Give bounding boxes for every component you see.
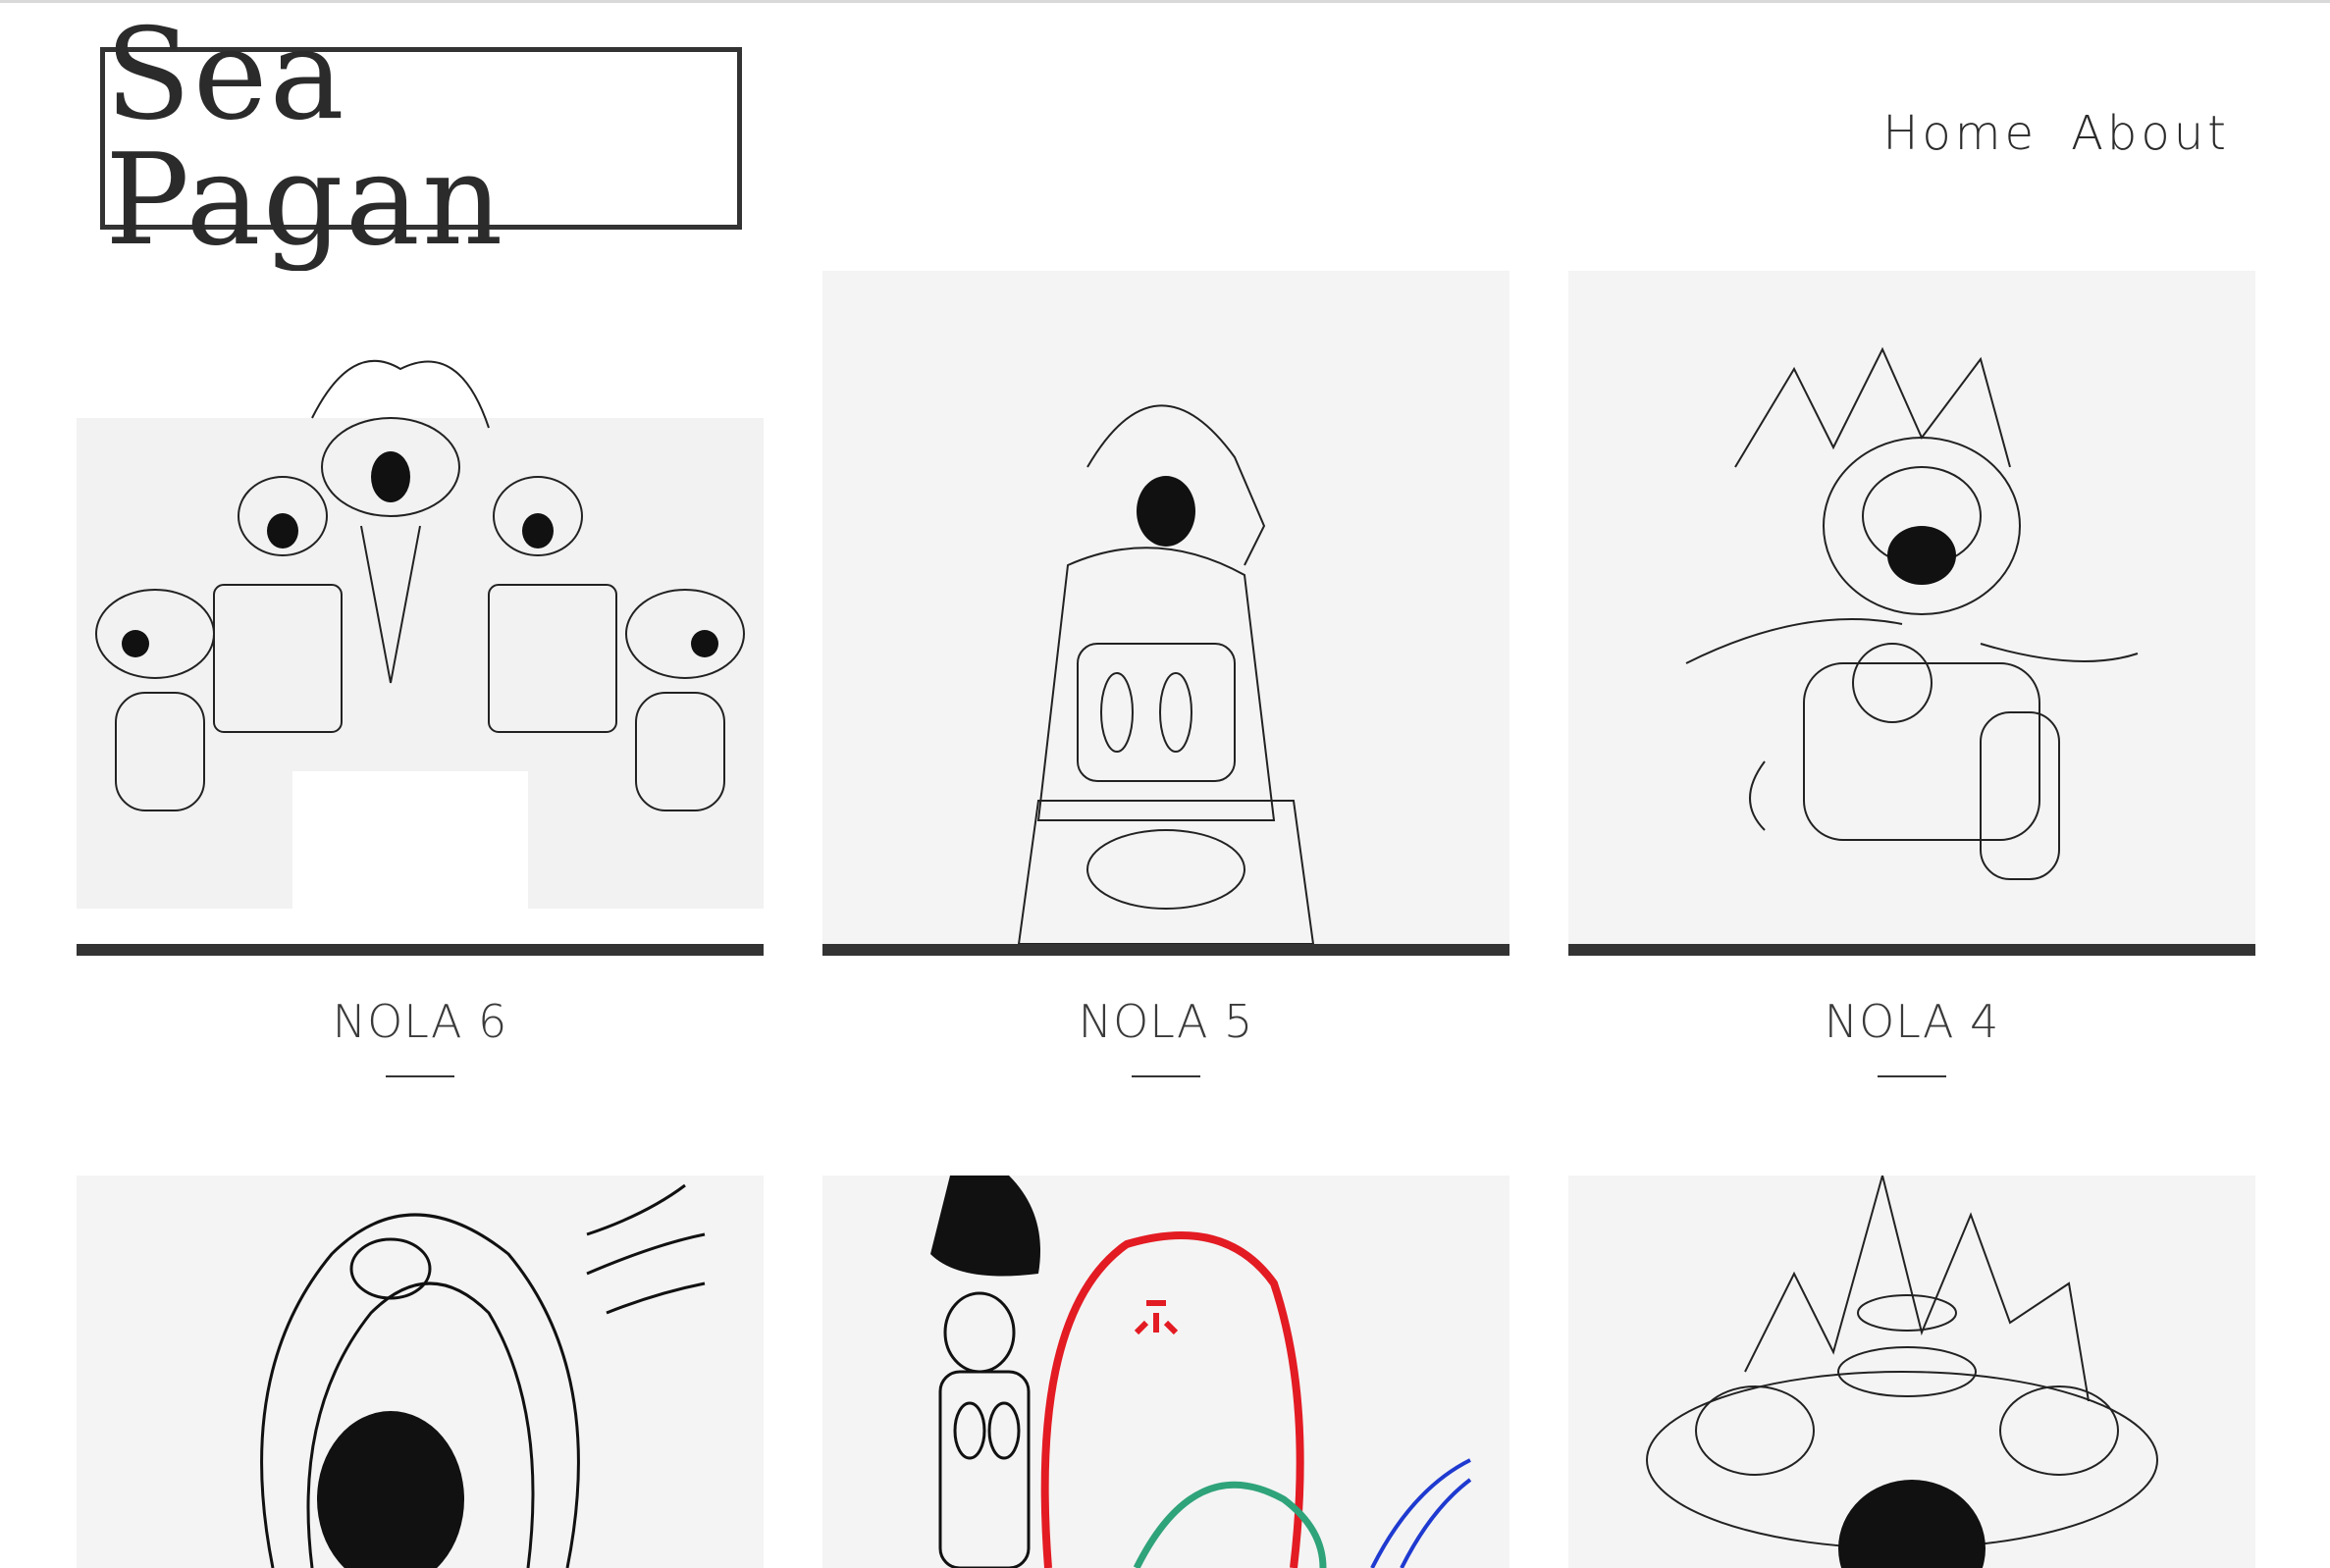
drawing-thumbnail-icon[interactable] bbox=[1568, 271, 2255, 944]
drawing-thumbnail-icon[interactable] bbox=[822, 271, 1509, 944]
main-nav: Home About bbox=[1882, 106, 2230, 161]
gallery-item[interactable] bbox=[1568, 1176, 2255, 1568]
site-title: Sea Pagan bbox=[105, 2, 505, 274]
gallery-item-title[interactable]: NOLA 5 bbox=[822, 995, 1509, 1048]
caption-divider bbox=[1878, 1075, 1946, 1077]
drawing-illustration bbox=[822, 1176, 1509, 1568]
drawing-thumbnail-icon[interactable] bbox=[77, 271, 764, 944]
gallery-item[interactable]: NOLA 5 bbox=[822, 271, 1509, 1077]
drawing-thumbnail-icon[interactable] bbox=[822, 1176, 1509, 1568]
nav-home-link[interactable]: Home bbox=[1882, 106, 2038, 161]
thumbnail-bar bbox=[822, 944, 1509, 956]
drawing-illustration bbox=[77, 271, 764, 944]
drawing-illustration bbox=[822, 271, 1509, 944]
gallery-item[interactable]: NOLA 6 bbox=[77, 271, 764, 1077]
nav-about-link[interactable]: About bbox=[2071, 106, 2230, 161]
top-divider bbox=[0, 0, 2330, 3]
drawing-illustration bbox=[1568, 271, 2255, 944]
thumbnail-bar bbox=[1568, 944, 2255, 956]
gallery-item[interactable] bbox=[822, 1176, 1509, 1568]
thumbnail-bar bbox=[77, 944, 764, 956]
caption-divider bbox=[386, 1075, 454, 1077]
drawing-illustration bbox=[1568, 1176, 2255, 1568]
site-logo[interactable]: Sea Pagan bbox=[100, 13, 742, 264]
drawing-thumbnail-icon[interactable] bbox=[1568, 1176, 2255, 1568]
caption-divider bbox=[1132, 1075, 1200, 1077]
drawing-thumbnail-icon[interactable] bbox=[77, 1176, 764, 1568]
gallery-item[interactable]: NOLA 4 bbox=[1568, 271, 2255, 1077]
gallery-item-title[interactable]: NOLA 6 bbox=[77, 995, 764, 1048]
gallery-item[interactable] bbox=[77, 1176, 764, 1568]
drawing-illustration bbox=[77, 1176, 764, 1568]
gallery-item-title[interactable]: NOLA 4 bbox=[1568, 995, 2255, 1048]
